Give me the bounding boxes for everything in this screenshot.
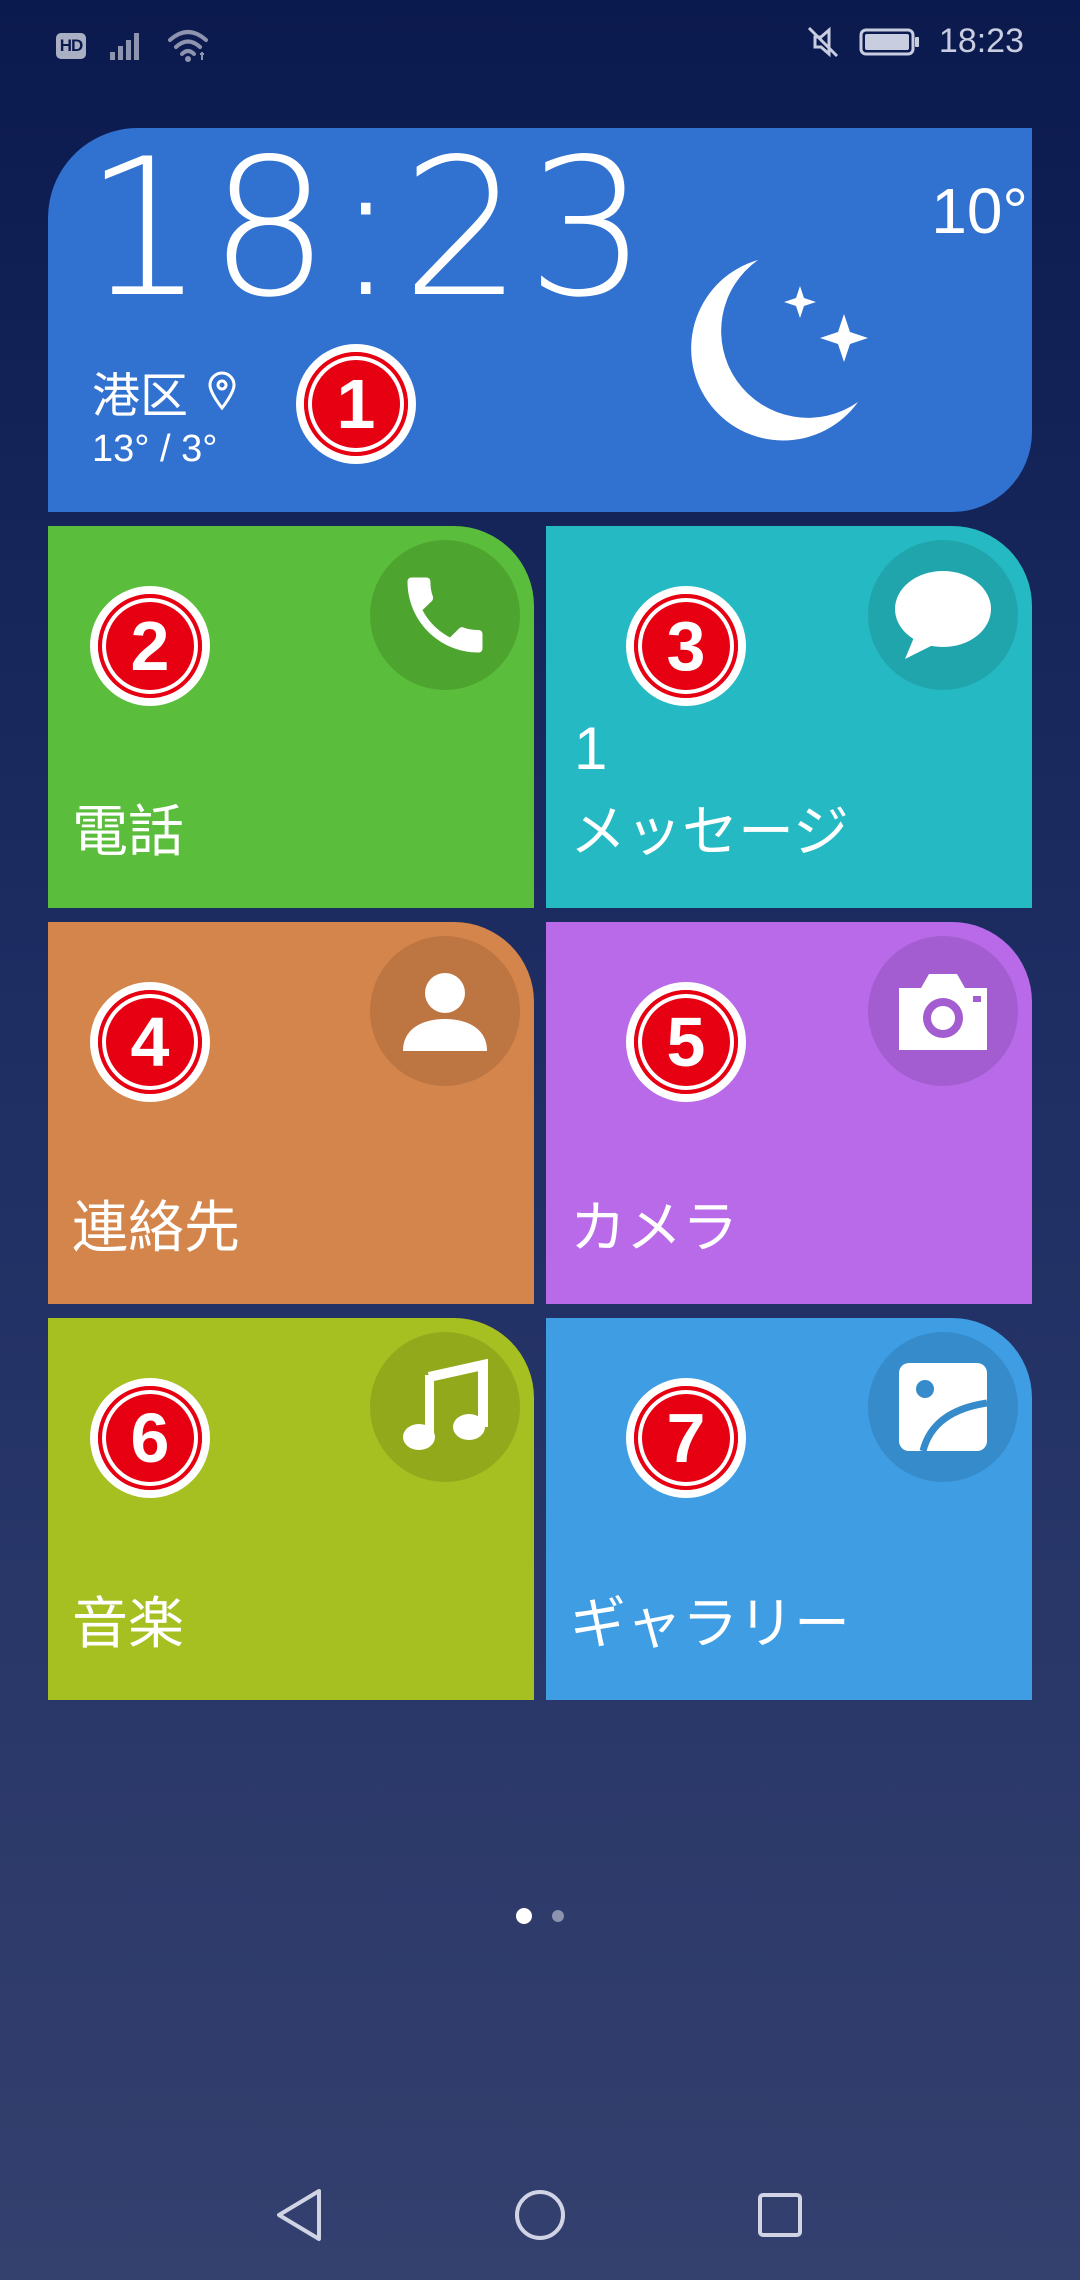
tile-label-messages: メッセージ (570, 800, 849, 865)
recents-button[interactable] (740, 2180, 820, 2250)
tile-label-music: 音楽 (72, 1592, 184, 1657)
current-temperature: 10° (931, 175, 1028, 247)
navigation-bar (0, 2180, 1080, 2250)
temperature-range: 13° / 3° (92, 428, 218, 470)
tile-phone[interactable]: 2 電話 (48, 526, 534, 908)
annotation-badge-2: 2 (90, 586, 210, 706)
message-bubble-icon (895, 571, 991, 659)
moon-night-weather-icon (691, 260, 868, 441)
wifi-icon (168, 30, 208, 62)
phone-icon (407, 577, 483, 653)
location-pin-icon (208, 371, 236, 411)
tile-gallery[interactable]: 7 ギャラリー (546, 1318, 1032, 1700)
annotation-badge-5: 5 (626, 982, 746, 1102)
clock-time: 18:23 (84, 128, 652, 339)
annotation-badge-3: 3 (626, 586, 746, 706)
tile-camera[interactable]: 5 カメラ (546, 922, 1032, 1304)
annotation-badge-1: 1 (296, 344, 416, 464)
back-triangle-icon (277, 2189, 321, 2241)
home-button[interactable] (500, 2180, 580, 2250)
tile-contacts[interactable]: 4 連絡先 (48, 922, 534, 1304)
annotation-badge-6: 6 (90, 1378, 210, 1498)
hd-badge: HD (56, 33, 86, 59)
gallery-icon-bubble (868, 1332, 1018, 1482)
tile-music[interactable]: 6 音楽 (48, 1318, 534, 1700)
location-row: 港区 (92, 356, 238, 426)
signal-icon (110, 33, 139, 60)
tile-label-gallery: ギャラリー (570, 1592, 850, 1657)
annotation-badge-4: 4 (90, 982, 210, 1102)
music-note-icon (403, 1358, 488, 1450)
mute-icon (807, 26, 838, 57)
tile-label-camera: カメラ (570, 1196, 738, 1261)
status-bar-left: HD (56, 28, 210, 64)
camera-icon-bubble (868, 936, 1018, 1086)
person-icon (403, 973, 487, 1051)
gallery-image-icon (899, 1363, 988, 1452)
home-circle-icon (515, 2190, 565, 2240)
contacts-icon-bubble (370, 936, 520, 1086)
page-dot[interactable] (552, 1910, 564, 1922)
annotation-badge-7: 7 (626, 1378, 746, 1498)
back-button[interactable] (260, 2180, 340, 2250)
message-icon-bubble (868, 540, 1018, 690)
recents-square-icon (758, 2193, 802, 2237)
camera-icon (899, 974, 987, 1050)
unread-message-count: 1 (574, 715, 608, 782)
status-time: 18:23 (938, 22, 1024, 60)
battery-icon (859, 28, 919, 55)
tile-messages[interactable]: 3 1 メッセージ (546, 526, 1032, 908)
page-dot-active[interactable] (516, 1908, 532, 1924)
tile-label-phone: 電話 (72, 800, 184, 865)
page-indicator (0, 1908, 1080, 1924)
music-icon-bubble (370, 1332, 520, 1482)
phone-icon-bubble (370, 540, 520, 690)
tile-label-contacts: 連絡先 (72, 1196, 240, 1261)
location-name: 港区 (92, 368, 189, 424)
status-bar-right: 18:23 (805, 22, 1024, 61)
clock-weather-widget[interactable]: 18:23 10° 港区 13° / 3° 1 (48, 128, 1032, 512)
